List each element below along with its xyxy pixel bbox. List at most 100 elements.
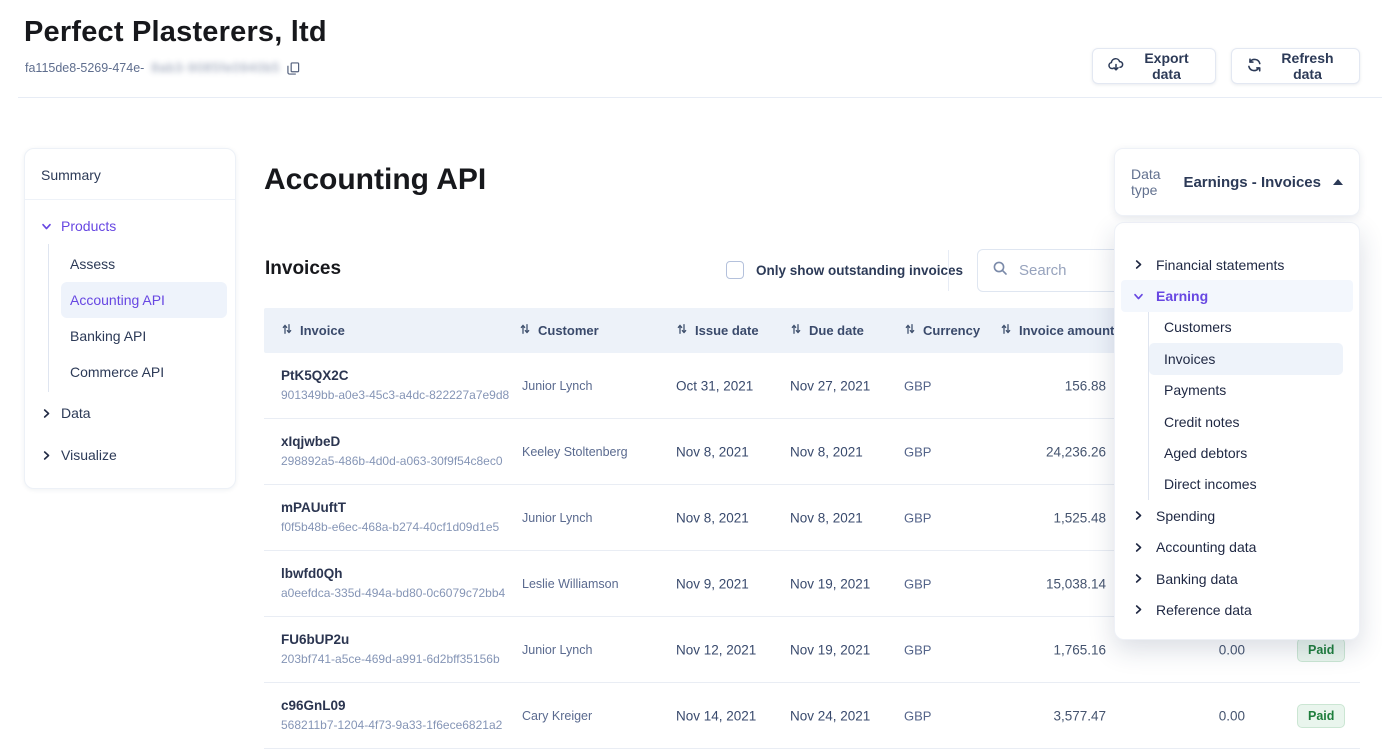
outstanding-checkbox-label: Only show outstanding invoices: [756, 263, 963, 278]
invoice-cell: PtK5QX2C901349bb-a0e3-45c3-a4dc-822227a7…: [281, 366, 509, 406]
tree-item-spending[interactable]: Spending: [1115, 500, 1359, 531]
column-label: Due date: [809, 323, 864, 338]
data-type-label: Data type: [1131, 166, 1173, 198]
caret-up-icon: [1333, 179, 1343, 185]
sidebar-item-assess[interactable]: Assess: [61, 246, 227, 282]
due-date-cell: Nov 8, 2021: [790, 444, 863, 459]
column-label: Currency: [923, 323, 980, 338]
outstanding-checkbox[interactable]: [726, 261, 744, 279]
sort-icon[interactable]: [1000, 323, 1012, 338]
due-date-cell: Nov 24, 2021: [790, 708, 870, 723]
data-type-dropdown-panel: Financial statements Earning Customers I…: [1114, 222, 1360, 640]
sidebar: Summary Products Assess Accounting API B…: [24, 148, 236, 489]
chevron-down-icon: [1133, 291, 1144, 302]
sidebar-item-summary[interactable]: Summary: [25, 149, 235, 200]
column-header-issue-date[interactable]: Issue date: [676, 308, 759, 353]
invoice-id: xIqjwbeD: [281, 432, 503, 453]
sidebar-item-accounting-api[interactable]: Accounting API: [61, 282, 227, 318]
invoice-uuid: f0f5b48b-e6ec-468a-b274-40cf1d09d1e5: [281, 519, 499, 538]
invoice-cell: c96GnL09568211b7-1204-4f73-9a33-1f6ece68…: [281, 696, 502, 736]
tree-item-earning[interactable]: Earning: [1121, 280, 1353, 311]
invoice-id: mPAUuftT: [281, 498, 499, 519]
company-id-redacted: 8ab3-9085fe0940b5: [151, 61, 280, 75]
tree-item-payments[interactable]: Payments: [1149, 375, 1359, 406]
data-type-selector[interactable]: Data type Earnings - Invoices: [1114, 148, 1360, 216]
status-cell: Paid: [1297, 638, 1345, 662]
column-header-due-date[interactable]: Due date: [790, 308, 864, 353]
chevron-right-icon: [1133, 542, 1144, 553]
sidebar-group-products[interactable]: Products: [25, 200, 235, 244]
invoice-uuid: 298892a5-486b-4d0d-a063-30f9f54c8ec0: [281, 453, 503, 472]
tree-item-financial-statements[interactable]: Financial statements: [1115, 249, 1359, 280]
invoice-amount-cell: 1,765.16: [1053, 642, 1106, 657]
tree-item-aged-debtors[interactable]: Aged debtors: [1149, 437, 1359, 468]
currency-cell: GBP: [904, 378, 931, 393]
tree-item-label: Reference data: [1156, 602, 1252, 618]
export-label: Export data: [1133, 50, 1200, 82]
column-label: Invoice amount: [1019, 323, 1114, 338]
due-date-cell: Nov 19, 2021: [790, 642, 870, 657]
sidebar-item-banking-api[interactable]: Banking API: [61, 318, 227, 354]
column-header-currency[interactable]: Currency: [904, 308, 980, 353]
invoice-id: c96GnL09: [281, 696, 502, 717]
issue-date-cell: Nov 12, 2021: [676, 642, 756, 657]
tree-item-label: Earning: [1156, 288, 1208, 304]
currency-cell: GBP: [904, 444, 931, 459]
customer-cell: Keeley Stoltenberg: [522, 445, 628, 459]
chevron-right-icon: [1133, 573, 1144, 584]
tree-item-banking-data[interactable]: Banking data: [1115, 563, 1359, 594]
tree-item-invoices[interactable]: Invoices: [1149, 343, 1343, 374]
data-type-value: Earnings - Invoices: [1183, 174, 1321, 191]
column-label: Invoice: [300, 323, 345, 338]
tree-item-accounting-data[interactable]: Accounting data: [1115, 532, 1359, 563]
sort-icon[interactable]: [904, 323, 916, 338]
tree-item-reference-data[interactable]: Reference data: [1115, 594, 1359, 625]
company-id-prefix: fa115de8-5269-474e-: [25, 61, 144, 75]
table-row[interactable]: c96GnL09568211b7-1204-4f73-9a33-1f6ece68…: [264, 683, 1360, 749]
main-title: Accounting API: [264, 163, 486, 197]
customer-cell: Junior Lynch: [522, 643, 592, 657]
sidebar-group-data-label: Data: [61, 405, 91, 421]
invoice-cell: mPAUuftTf0f5b48b-e6ec-468a-b274-40cf1d09…: [281, 498, 499, 538]
sort-icon[interactable]: [281, 323, 293, 338]
customer-cell: Leslie Williamson: [522, 577, 619, 591]
sidebar-item-commerce-api[interactable]: Commerce API: [61, 354, 227, 390]
currency-cell: GBP: [904, 576, 931, 591]
sort-icon[interactable]: [519, 323, 531, 338]
column-header-invoice[interactable]: Invoice: [281, 308, 345, 353]
outstanding-filter[interactable]: Only show outstanding invoices: [726, 261, 963, 279]
tree-item-customers[interactable]: Customers: [1149, 312, 1359, 343]
sidebar-group-data[interactable]: Data: [25, 392, 235, 434]
page: Perfect Plasterers, ltd fa115de8-5269-47…: [0, 0, 1382, 756]
invoice-amount-cell: 1,525.48: [1053, 510, 1106, 525]
refresh-label: Refresh data: [1271, 50, 1344, 82]
chevron-right-icon: [1133, 259, 1144, 270]
export-data-button[interactable]: Export data: [1092, 48, 1216, 84]
invoice-uuid: 568211b7-1204-4f73-9a33-1f6ece6821a2: [281, 717, 502, 736]
tree-item-label: Spending: [1156, 508, 1215, 524]
invoice-uuid: 203bf741-a5ce-469d-a991-6d2bff35156b: [281, 651, 500, 670]
company-id: fa115de8-5269-474e- 8ab3-9085fe0940b5: [25, 61, 300, 75]
invoice-id: PtK5QX2C: [281, 366, 509, 387]
export-icon: [1108, 57, 1124, 75]
column-label: Customer: [538, 323, 599, 338]
search-icon: [992, 260, 1008, 281]
column-header-customer[interactable]: Customer: [519, 308, 599, 353]
column-header-invoice-amount[interactable]: Invoice amount: [1000, 308, 1114, 353]
copy-icon[interactable]: [287, 62, 300, 75]
sidebar-group-products-label: Products: [61, 218, 116, 234]
due-date-cell: Nov 8, 2021: [790, 510, 863, 525]
sort-icon[interactable]: [676, 323, 688, 338]
invoice-amount-cell: 3,577.47: [1053, 708, 1106, 723]
amount-due-cell: 0.00: [1219, 708, 1245, 723]
tree-item-direct-incomes[interactable]: Direct incomes: [1149, 469, 1359, 500]
issue-date-cell: Nov 14, 2021: [676, 708, 756, 723]
filter-search-divider: [948, 250, 949, 291]
chevron-right-icon: [41, 408, 52, 419]
sort-icon[interactable]: [790, 323, 802, 338]
invoice-id: FU6bUP2u: [281, 630, 500, 651]
refresh-data-button[interactable]: Refresh data: [1231, 48, 1360, 84]
sidebar-group-visualize[interactable]: Visualize: [25, 434, 235, 476]
tree-item-credit-notes[interactable]: Credit notes: [1149, 406, 1359, 437]
amount-due-cell: 0.00: [1219, 642, 1245, 657]
